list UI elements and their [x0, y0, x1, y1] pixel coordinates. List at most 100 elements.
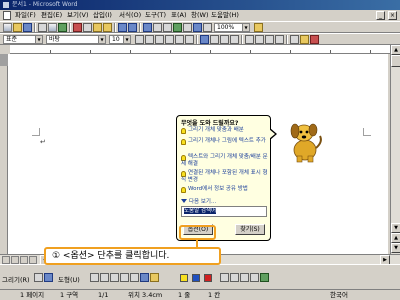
print-icon[interactable] [38, 23, 47, 32]
chevron-down-icon[interactable]: ▼ [98, 36, 105, 43]
line-color-icon[interactable] [192, 274, 200, 282]
scroll-thumb[interactable] [391, 55, 400, 67]
font-select[interactable]: 바탕 ▼ [46, 35, 106, 44]
web-layout-icon[interactable] [11, 256, 19, 264]
text-box-icon[interactable] [130, 273, 139, 282]
chevron-down-icon[interactable]: ▼ [123, 36, 130, 43]
scroll-up-icon[interactable]: ▲ [391, 45, 400, 55]
font-color-swatch-icon[interactable] [204, 274, 212, 282]
underline-icon[interactable] [155, 35, 164, 44]
save-icon[interactable] [23, 23, 32, 32]
assistant-option[interactable]: 그리기 개체 맞춤과 배분 [181, 127, 269, 134]
zoom-select[interactable]: 100% ▼ [214, 23, 250, 32]
copy-icon[interactable] [83, 23, 92, 32]
subscript-icon[interactable] [185, 35, 194, 44]
fill-color-icon[interactable] [180, 274, 188, 282]
menu-insert[interactable]: 삽입(I) [92, 11, 113, 20]
assistant-question: 무엇을 도와 드릴까요? [181, 120, 239, 127]
spelling-icon[interactable] [58, 23, 67, 32]
columns-icon[interactable] [183, 23, 192, 32]
horizontal-ruler[interactable] [10, 45, 390, 54]
document-icon[interactable] [3, 11, 11, 20]
wordart-icon[interactable] [140, 273, 149, 282]
outline-view-icon[interactable] [29, 256, 37, 264]
align-center-icon[interactable] [210, 35, 219, 44]
shadow-icon[interactable] [250, 273, 259, 282]
italic-icon[interactable] [145, 35, 154, 44]
minimize-doc-button[interactable]: _ [376, 11, 385, 20]
line-style-icon[interactable] [220, 273, 229, 282]
drawing-menu[interactable]: 그리기(R) [2, 274, 30, 284]
vertical-ruler[interactable] [0, 54, 8, 254]
menu-view[interactable]: 보기(V) [66, 11, 89, 20]
assistant-option[interactable]: 그리기 개체나 그림에 텍스트 추가 [181, 138, 269, 145]
print-layout-icon[interactable] [20, 256, 28, 264]
oval-icon[interactable] [120, 273, 129, 282]
increase-indent-icon[interactable] [275, 35, 284, 44]
previous-page-icon[interactable]: ▲ [391, 233, 400, 243]
autoshapes-menu[interactable]: 도형(U) [58, 274, 80, 284]
status-section: 1 구역 [60, 291, 79, 299]
strikethrough-icon[interactable] [165, 35, 174, 44]
office-assistant-icon[interactable] [254, 23, 263, 32]
assistant-option[interactable]: Word에서 정보 공유 방법 [181, 186, 269, 193]
cut-icon[interactable] [73, 23, 82, 32]
menu-table[interactable]: 표(A) [170, 11, 188, 20]
font-color-icon[interactable] [310, 35, 319, 44]
redo-icon[interactable] [128, 23, 137, 32]
bullets-icon[interactable] [255, 35, 264, 44]
line-icon[interactable] [90, 273, 99, 282]
arrow-icon[interactable] [100, 273, 109, 282]
rectangle-icon[interactable] [110, 273, 119, 282]
office-assistant-dog-icon[interactable] [285, 118, 325, 163]
drawing-icon[interactable] [193, 23, 202, 32]
status-position: 위치 3.4cm [128, 291, 163, 299]
align-left-icon[interactable] [200, 35, 209, 44]
undo-icon[interactable] [118, 23, 127, 32]
chevron-down-icon[interactable]: ▼ [242, 24, 249, 31]
insert-table-icon[interactable] [163, 23, 172, 32]
borders-icon[interactable] [290, 35, 299, 44]
vertical-scrollbar[interactable]: ▲ ▼ ▲ ▼ [390, 45, 400, 254]
arrow-style-icon[interactable] [240, 273, 249, 282]
menu-window[interactable]: 창(W) [190, 11, 209, 20]
close-doc-button[interactable]: × [388, 11, 397, 20]
more-options-link[interactable]: 다음 보기... [181, 197, 216, 205]
insert-excel-icon[interactable] [173, 23, 182, 32]
3d-icon[interactable] [260, 273, 269, 282]
dash-style-icon[interactable] [230, 273, 239, 282]
scroll-down-icon[interactable]: ▼ [391, 223, 400, 233]
menu-edit[interactable]: 편집(E) [40, 11, 63, 20]
highlight-icon[interactable] [300, 35, 309, 44]
font-size-select[interactable]: 10 ▼ [109, 35, 131, 44]
chevron-down-icon[interactable]: ▼ [35, 36, 42, 43]
hyperlink-icon[interactable] [143, 23, 152, 32]
decrease-indent-icon[interactable] [265, 35, 274, 44]
free-rotate-icon[interactable] [44, 273, 53, 282]
align-right-icon[interactable] [220, 35, 229, 44]
menu-tools[interactable]: 도구(T) [144, 11, 167, 20]
assistant-option[interactable]: 연결된 개체나 포함된 개체 표시 형식 변경 [181, 170, 269, 184]
menu-help[interactable]: 도움말(H) [210, 11, 240, 20]
normal-view-icon[interactable] [2, 256, 10, 264]
paste-icon[interactable] [93, 23, 102, 32]
superscript-icon[interactable] [175, 35, 184, 44]
menu-format[interactable]: 서식(O) [118, 11, 142, 20]
numbering-icon[interactable] [245, 35, 254, 44]
clip-art-icon[interactable] [150, 273, 159, 282]
assistant-option[interactable]: 텍스트와 그리기 개체 맞춤/배분 문제 해결 [181, 154, 269, 168]
style-select[interactable]: 표준 ▼ [3, 35, 43, 44]
open-folder-icon[interactable] [13, 23, 22, 32]
print-preview-icon[interactable] [48, 23, 57, 32]
menu-file[interactable]: 파일(F) [14, 11, 37, 20]
assistant-search-input[interactable]: 도움말 검색어 [181, 206, 267, 217]
justify-icon[interactable] [230, 35, 239, 44]
search-button[interactable]: 찾기(S) [235, 224, 265, 235]
show-hide-icon[interactable] [203, 23, 212, 32]
new-document-icon[interactable] [3, 23, 12, 32]
next-page-icon[interactable]: ▼ [391, 243, 400, 253]
format-painter-icon[interactable] [103, 23, 112, 32]
select-objects-icon[interactable] [34, 273, 43, 282]
bold-icon[interactable] [135, 35, 144, 44]
tables-borders-icon[interactable] [153, 23, 162, 32]
